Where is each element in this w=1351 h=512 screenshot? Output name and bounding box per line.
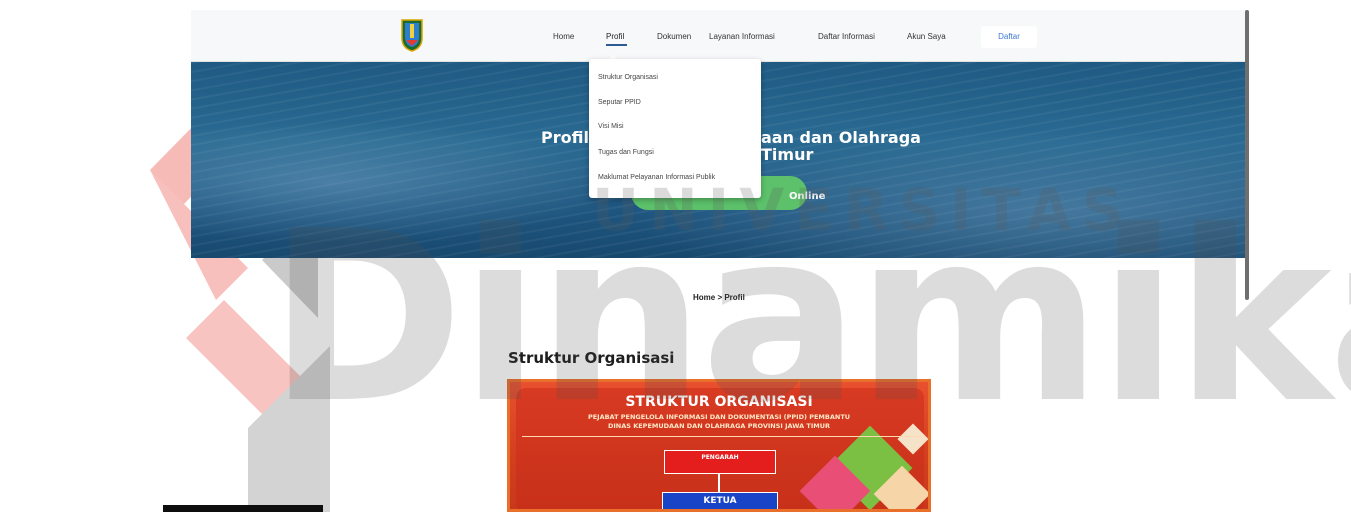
nav-akun-saya[interactable]: Akun Saya bbox=[907, 32, 946, 41]
dropdown-item-seputar-ppid[interactable]: Seputar PPID bbox=[598, 99, 641, 106]
nav-daftar-informasi[interactable]: Daftar Informasi bbox=[818, 32, 875, 41]
hero-title-left: Profil bbox=[541, 128, 589, 147]
nav-dokumen[interactable]: Dokumen bbox=[657, 32, 691, 41]
nav-active-underline bbox=[606, 44, 627, 46]
watermark-dinamika: Dinamika bbox=[268, 180, 1351, 455]
jatim-emblem-logo[interactable] bbox=[399, 18, 425, 52]
taskbar-fragment bbox=[163, 505, 323, 512]
dropdown-item-struktur-organisasi[interactable]: Struktur Organisasi bbox=[598, 74, 658, 81]
dropdown-item-tugas-dan-fungsi[interactable]: Tugas dan Fungsi bbox=[598, 149, 654, 156]
register-button[interactable]: Daftar bbox=[981, 26, 1037, 48]
nav-home[interactable]: Home bbox=[553, 32, 574, 41]
hero-title-line2: Timur bbox=[761, 145, 814, 164]
org-box-ketua: KETUA bbox=[662, 492, 778, 509]
nav-profil[interactable]: Profil bbox=[606, 32, 624, 41]
org-box-pengarah-label: PENGARAH bbox=[701, 454, 739, 461]
org-box-ketua-label: KETUA bbox=[703, 496, 737, 506]
nav-layanan-informasi[interactable]: Layanan Informasi bbox=[709, 32, 775, 41]
dropdown-item-visi-misi[interactable]: Visi Misi bbox=[598, 123, 624, 130]
top-navbar: Home Profil Dokumen Layanan Informasi Da… bbox=[191, 10, 1248, 62]
org-connector-line bbox=[718, 474, 720, 492]
